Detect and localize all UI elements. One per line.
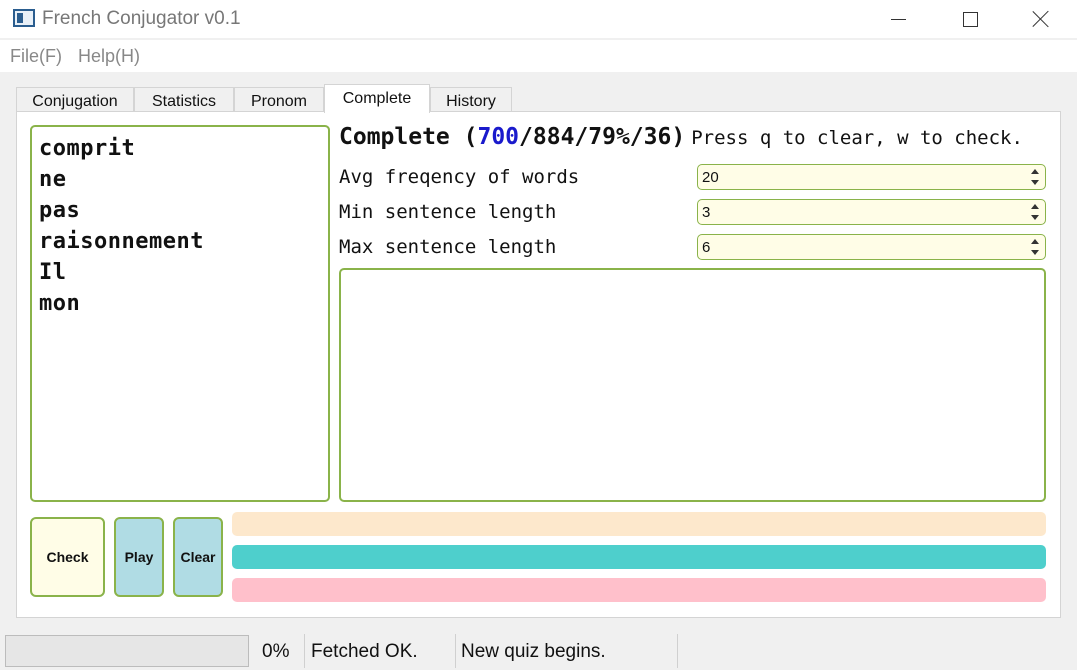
minimize-icon [890, 18, 906, 20]
quiz-stats: Complete (700/884/79%/36) [339, 124, 685, 150]
word-item: raisonnement [39, 229, 204, 254]
answer-input[interactable] [339, 268, 1046, 502]
arrow-down-icon[interactable] [1031, 215, 1039, 220]
app-icon [13, 9, 35, 27]
stats-prefix: Complete ( [339, 124, 478, 150]
arrow-down-icon[interactable] [1031, 180, 1039, 185]
min-length-value: 3 [702, 203, 711, 221]
stats-highlight: 700 [477, 124, 520, 150]
avg-frequency-value: 20 [702, 168, 719, 186]
max-length-label: Max sentence length [339, 236, 557, 258]
status-divider [677, 634, 678, 668]
word-item: ne [39, 167, 67, 192]
progress-percent: 0% [262, 641, 290, 662]
stats-suffix: /884/79%/36) [519, 124, 686, 150]
word-list[interactable]: comprit ne pas raisonnement Il mon [30, 125, 330, 502]
arrow-up-icon[interactable] [1031, 204, 1039, 209]
status-divider [455, 634, 456, 668]
window-title: French Conjugator v0.1 [42, 8, 241, 29]
spin-arrows[interactable] [1027, 166, 1043, 188]
check-button[interactable]: Check [30, 517, 105, 597]
avg-frequency-spinbox[interactable]: 20 [697, 164, 1046, 190]
avg-frequency-label: Avg freqency of words [339, 166, 580, 188]
maximize-icon [962, 11, 978, 27]
word-item: pas [39, 198, 81, 223]
progress-bar [5, 635, 249, 667]
close-icon [1032, 10, 1050, 28]
maximize-button[interactable] [945, 0, 995, 38]
key-instructions: Press q to clear, w to check. [691, 127, 1023, 149]
fetch-status: Fetched OK. [311, 641, 418, 662]
menu-bar: File(F) Help(H) [0, 40, 1077, 72]
word-item: mon [39, 291, 81, 316]
arrow-up-icon[interactable] [1031, 239, 1039, 244]
menu-file[interactable]: File(F) [10, 46, 62, 67]
word-item: comprit [39, 136, 136, 161]
max-length-spinbox[interactable]: 6 [697, 234, 1046, 260]
spin-arrows[interactable] [1027, 236, 1043, 258]
play-button[interactable]: Play [114, 517, 164, 597]
spin-arrows[interactable] [1027, 201, 1043, 223]
menu-help[interactable]: Help(H) [78, 46, 140, 67]
close-button[interactable] [1016, 0, 1066, 38]
feedback-bar-3 [232, 578, 1046, 602]
status-bar: 0% Fetched OK. New quiz begins. [0, 632, 1077, 670]
arrow-up-icon[interactable] [1031, 169, 1039, 174]
min-length-label: Min sentence length [339, 201, 557, 223]
word-item: Il [39, 260, 67, 285]
min-length-spinbox[interactable]: 3 [697, 199, 1046, 225]
minimize-button[interactable] [873, 0, 923, 38]
title-bar: French Conjugator v0.1 [0, 0, 1077, 38]
max-length-value: 6 [702, 238, 711, 256]
tab-complete[interactable]: Complete [324, 84, 430, 113]
feedback-bar-1 [232, 512, 1046, 536]
clear-button[interactable]: Clear [173, 517, 223, 597]
status-divider [304, 634, 305, 668]
feedback-bar-2 [232, 545, 1046, 569]
arrow-down-icon[interactable] [1031, 250, 1039, 255]
quiz-header: Complete (700/884/79%/36) Press q to clea… [339, 124, 1061, 156]
quiz-status: New quiz begins. [461, 641, 606, 662]
